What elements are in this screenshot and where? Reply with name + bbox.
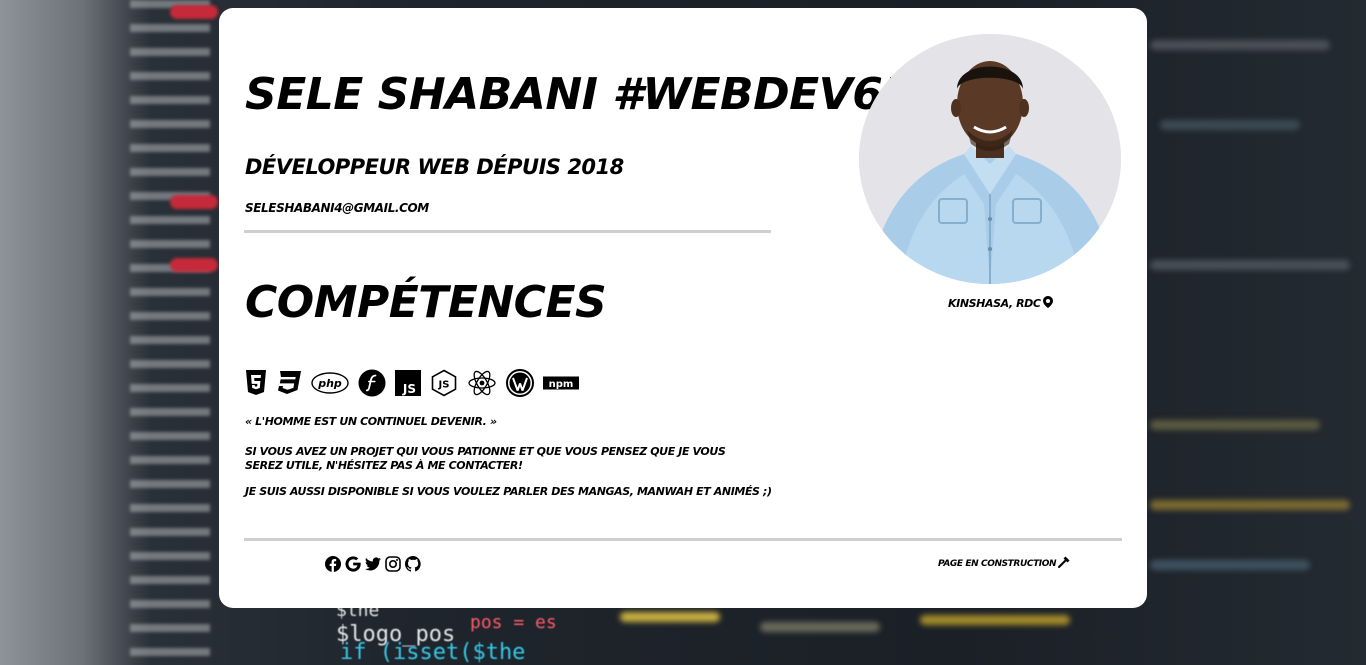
hammer-icon [1058, 556, 1070, 571]
skills-icons: php JS JS npm [245, 368, 579, 398]
divider [244, 230, 771, 233]
email-link[interactable]: SELESHABANI4@GMAIL.COM [245, 201, 429, 215]
html5-icon [245, 370, 267, 396]
footer-divider [244, 538, 1122, 541]
background-code-line [1150, 40, 1330, 50]
background-code-line [1160, 120, 1300, 130]
background-code-line [1150, 500, 1350, 510]
construction-text: PAGE EN CONSTRUCTION [938, 558, 1057, 569]
wordpress-icon [506, 369, 534, 397]
background-code-text: pos = es [470, 612, 557, 633]
background-code-line [1150, 420, 1320, 430]
github-icon[interactable] [405, 556, 421, 572]
background-marker [170, 195, 218, 209]
background-marker [170, 258, 218, 272]
svg-text:php: php [317, 377, 342, 390]
map-pin-icon [1042, 296, 1053, 311]
background-code-line [920, 615, 1070, 625]
background-code-line [760, 622, 880, 632]
twitter-icon[interactable] [365, 556, 381, 572]
about-paragraph: SI VOUS AVEZ UN PROJET QUI VOUS PATIONNE… [245, 445, 726, 472]
instagram-icon[interactable] [385, 556, 401, 572]
background-code-line [1150, 260, 1350, 270]
page-title: SELE SHABANI #WEBDEV650 [245, 69, 943, 120]
profile-photo [859, 34, 1121, 284]
nodejs-icon: JS [430, 369, 458, 397]
google-icon[interactable] [345, 556, 361, 572]
construction-notice: PAGE EN CONSTRUCTION [938, 556, 1070, 571]
symfony-icon [358, 369, 386, 397]
facebook-icon[interactable] [325, 556, 341, 572]
location-text: KINSHASA, RDC [948, 297, 1041, 310]
background-marker [170, 5, 218, 19]
npm-icon: npm [543, 375, 579, 391]
job-subtitle: DÉVELOPPEUR WEB DÉPUIS 2018 [245, 155, 624, 179]
quote-text: « L'HOMME EST UN CONTINUEL DEVENIR. » [245, 415, 497, 428]
php-icon: php [311, 372, 349, 394]
background-line-numbers [130, 0, 210, 665]
svg-text:JS: JS [402, 382, 416, 396]
background-code-line [1150, 560, 1310, 570]
skills-title: COMPÉTENCES [245, 277, 607, 328]
profile-card: SELE SHABANI #WEBDEV650 DÉVELOPPEUR WEB … [219, 8, 1147, 608]
background-code-text: if (isset($the [340, 640, 526, 665]
svg-text:JS: JS [438, 380, 450, 391]
react-icon [467, 369, 497, 397]
javascript-icon: JS [395, 370, 421, 396]
about-paragraph-hobbies: JE SUIS AUSSI DISPONIBLE SI VOUS VOULEZ … [245, 485, 772, 498]
css3-icon [276, 370, 302, 396]
location-label: KINSHASA, RDC [948, 296, 1053, 311]
social-links [325, 556, 421, 572]
svg-text:npm: npm [549, 379, 574, 390]
background-code-line [620, 612, 720, 622]
